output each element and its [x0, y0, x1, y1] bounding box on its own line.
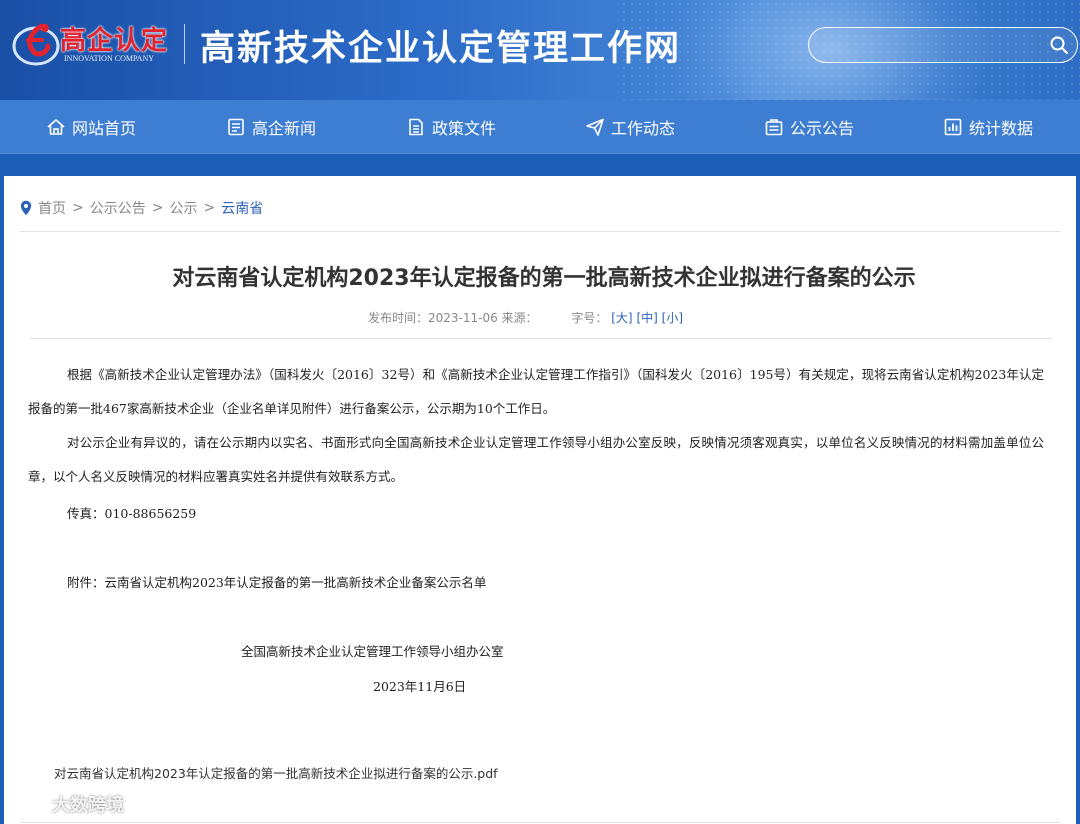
- nav-item-statistics[interactable]: 统计数据: [943, 100, 1033, 154]
- article-paragraph: 对公示企业有异议的，请在公示期内以实名、书面形式向全国高新技术企业认定管理工作领…: [28, 435, 1044, 484]
- nav-item-notices[interactable]: 公示公告: [764, 100, 854, 154]
- article-body: 根据《高新技术企业认定管理办法》（国科发火〔2016〕32号）和《高新技术企业认…: [28, 358, 1044, 494]
- nav-item-news[interactable]: 高企新闻: [226, 100, 316, 154]
- nav-item-label: 政策文件: [432, 119, 497, 138]
- attachment-description: 附件：云南省认定机构2023年认定报备的第一批高新技术企业备案公示名单: [67, 575, 487, 590]
- article-paragraph: 根据《高新技术企业认定管理办法》（国科发火〔2016〕32号）和《高新技术企业认…: [28, 367, 1044, 416]
- home-icon: [47, 119, 65, 135]
- nav-item-label: 统计数据: [969, 119, 1034, 138]
- breadcrumb-publicity[interactable]: 公示: [169, 198, 197, 218]
- chart-icon: [944, 118, 962, 136]
- logo-mark-icon: [12, 23, 60, 66]
- font-size-label: 字号：: [571, 311, 608, 325]
- divider: [30, 338, 1052, 339]
- logo-english-name: INNOVATION COMPANY: [64, 54, 155, 63]
- divider: [20, 822, 1060, 823]
- breadcrumb: 首页 > 公示公告 > 公示 > 云南省: [20, 198, 263, 218]
- breadcrumb-current[interactable]: 云南省: [221, 198, 263, 218]
- send-icon: [586, 118, 604, 136]
- notice-icon: [765, 119, 783, 136]
- article-meta: 发布时间：2023-11-06 来源： 字号： [大] [中] [小]: [368, 309, 683, 326]
- signature-organization: 全国高新技术企业认定管理工作领导小组办公室: [241, 644, 504, 659]
- location-pin-icon: [20, 200, 32, 216]
- search-input[interactable]: [823, 34, 1033, 56]
- header-divider: [184, 24, 185, 64]
- watermark: 大数跨境: [8, 790, 124, 818]
- search-box: [808, 27, 1078, 63]
- nav-item-label: 工作动态: [611, 119, 676, 138]
- signature-date: 2023年11月6日: [373, 679, 467, 694]
- nav-item-label: 网站首页: [72, 119, 137, 138]
- nav-item-label: 公示公告: [790, 119, 855, 138]
- watermark-text: 大数跨境: [52, 795, 124, 816]
- breadcrumb-notices[interactable]: 公示公告: [90, 198, 146, 218]
- font-size-large-button[interactable]: [大]: [611, 311, 632, 325]
- document-icon: [409, 118, 423, 136]
- nav-item-policy[interactable]: 政策文件: [406, 100, 496, 154]
- content-panel: 首页 > 公示公告 > 公示 > 云南省 对云南省认定机构2023年认定报备的第…: [4, 176, 1076, 824]
- attachment-pdf-link[interactable]: 对云南省认定机构2023年认定报备的第一批高新技术企业拟进行备案的公示.pdf: [54, 763, 498, 782]
- font-size-small-button[interactable]: [小]: [662, 311, 683, 325]
- search-icon[interactable]: [1049, 35, 1069, 55]
- breadcrumb-separator: >: [151, 200, 164, 216]
- breadcrumb-separator: >: [72, 200, 84, 216]
- nav-bottom-strip: [0, 154, 1080, 176]
- nav-item-label: 高企新闻: [252, 119, 317, 138]
- nav-item-work-updates[interactable]: 工作动态: [585, 100, 675, 154]
- news-icon: [228, 118, 244, 136]
- main-nav: 网站首页 高企新闻 政策文件 工作动态 公示公告 统计数据: [0, 100, 1080, 154]
- logo-chinese-name: 高企认定: [60, 26, 169, 56]
- site-title: 高新技术企业认定管理工作网: [200, 28, 682, 69]
- publish-info: 发布时间：2023-11-06 来源：: [368, 311, 538, 325]
- fax-number: 传真：010-88656259: [67, 506, 197, 521]
- article-title: 对云南省认定机构2023年认定报备的第一批高新技术企业拟进行备案的公示: [172, 266, 916, 291]
- breadcrumb-separator: >: [203, 200, 216, 216]
- nav-item-home[interactable]: 网站首页: [46, 100, 136, 154]
- breadcrumb-home[interactable]: 首页: [38, 198, 66, 218]
- site-logo[interactable]: 高企认定 INNOVATION COMPANY: [12, 16, 172, 72]
- site-header: 高企认定 INNOVATION COMPANY 高新技术企业认定管理工作网: [0, 0, 1080, 100]
- watermark-logo-icon: [9, 794, 46, 814]
- font-size-medium-button[interactable]: [中]: [636, 311, 657, 325]
- divider: [20, 231, 1060, 232]
